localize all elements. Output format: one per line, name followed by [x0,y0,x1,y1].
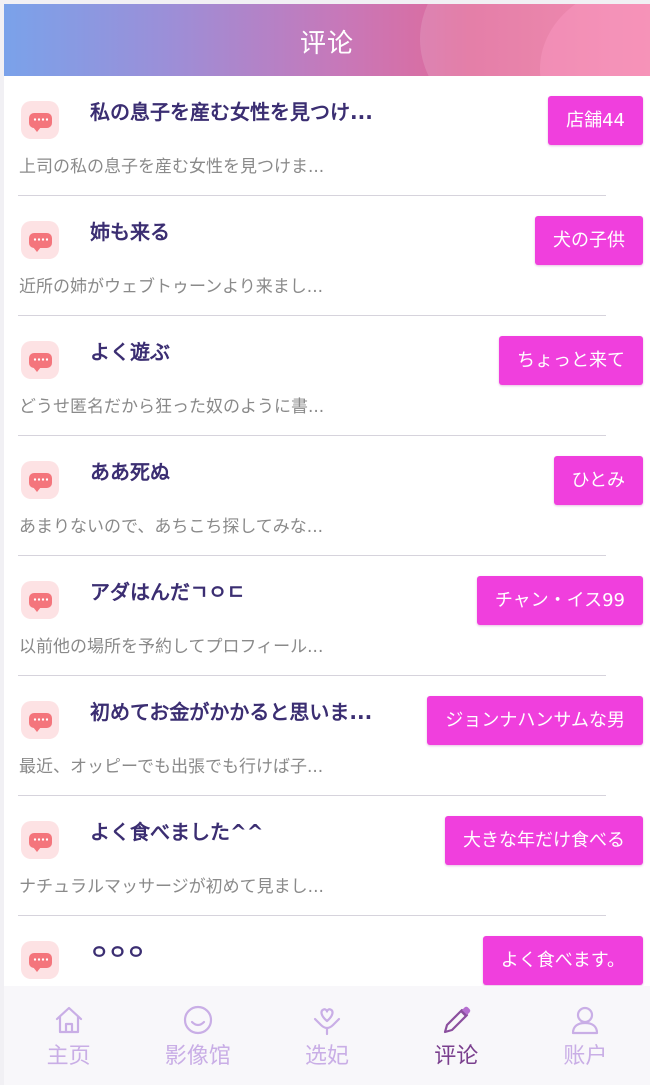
tab-account[interactable]: 账户 [521,986,650,1085]
comment-title: 私の息子を産む女性を見つけ... [90,100,373,124]
smile-icon [183,1005,212,1035]
comment-title: ああ死ぬ [90,460,170,484]
comment-author-tag[interactable]: ジョンナハンサムな男 [427,696,643,745]
comment-author-tag[interactable]: ひとみ [553,456,643,505]
comment-preview: どうせ匿名だから狂った奴のように書... [19,397,325,417]
tab-home[interactable]: 主页 [4,986,133,1085]
tab-label: 影像馆 [164,1044,231,1069]
header-bar: 评论 [4,4,650,76]
comment-item[interactable]: 姉も来る 近所の姉がウェブトゥーンより来まし... 犬の子供 [4,196,650,316]
user-icon [572,1006,599,1035]
comment-author-tag[interactable]: チャン・イス99 [476,576,643,625]
home-icon [55,1006,82,1034]
tab-label: 评论 [434,1044,479,1069]
comment-avatar-icon [21,941,59,979]
comment-item[interactable]: よく食べました^^ ナチュラルマッサージが初めて見まし... 大きな年だけ食べる [4,796,650,916]
page-title: 评论 [299,29,354,59]
comment-title: アダはんだㄱㅇㄷ [90,580,246,604]
comment-author-tag[interactable]: 犬の子供 [535,216,643,265]
comment-preview: あまりないので、あちこち探してみな... [19,517,324,537]
comment-item[interactable]: 私の息子を産む女性を見つけ... 上司の私の息子を産む女性を見つけま... 店舗… [4,76,650,196]
tab-label: 选妃 [305,1044,350,1069]
comment-avatar-icon [21,221,59,259]
comment-avatar-icon [21,101,59,139]
tab-gallery[interactable]: 影像馆 [133,986,262,1085]
comment-author-tag[interactable]: 大きな年だけ食べる [445,816,643,865]
comment-author-tag[interactable]: ちょっと来て [499,336,643,385]
comment-preview: ナチュラルマッサージが初めて見まし... [19,877,324,897]
tab-select[interactable]: 选妃 [262,986,391,1085]
comment-avatar-icon [21,581,59,619]
comment-item[interactable]: 初めてお金がかかると思いま... 最近、オッピーでも出張でも行けば子... ジョ… [4,676,650,796]
comment-title: ㅇㅇㅇ [90,940,146,964]
comment-avatar-icon [21,461,59,499]
heart-hand-icon [313,1008,341,1036]
bottom-tab-bar: 主页 影像馆 选妃 评论 账户 [4,986,650,1085]
comment-preview: 以前他の場所を予約してプロフィール... [19,637,324,657]
tab-label: 主页 [46,1044,91,1069]
comment-title: 初めてお金がかかると思いま... [90,700,373,724]
comment-title: 姉も来る [90,220,170,244]
pencil-icon [444,1006,471,1034]
comment-preview: 近所の姉がウェブトゥーンより来まし... [19,277,324,297]
comment-avatar-icon [21,821,59,859]
comment-author-tag[interactable]: 店舗44 [548,96,643,145]
comment-title: よく遊ぶ [90,340,170,364]
comment-preview: 上司の私の息子を産む女性を見つけま... [19,157,325,177]
tab-comments[interactable]: 评论 [392,986,521,1085]
comment-item[interactable]: アダはんだㄱㅇㄷ 以前他の場所を予約してプロフィール... チャン・イス99 [4,556,650,676]
comment-author-tag[interactable]: よく食べます。 [482,936,643,985]
comment-item[interactable]: よく遊ぶ どうせ匿名だから狂った奴のように書... ちょっと来て [4,316,650,436]
comment-list: 私の息子を産む女性を見つけ... 上司の私の息子を産む女性を見つけま... 店舗… [4,76,650,1036]
comment-preview: 最近、オッピーでも出張でも行けば子... [19,757,324,777]
app-screen: 评论 私の息子を産む女性を見つけ... 上司の私の息子を産む女性を見つけま...… [4,4,650,1085]
comment-avatar-icon [21,701,59,739]
comment-title: よく食べました^^ [90,820,264,844]
tab-label: 账户 [563,1044,608,1069]
comment-item[interactable]: ああ死ぬ あまりないので、あちこち探してみな... ひとみ [4,436,650,556]
comment-avatar-icon [21,341,59,379]
